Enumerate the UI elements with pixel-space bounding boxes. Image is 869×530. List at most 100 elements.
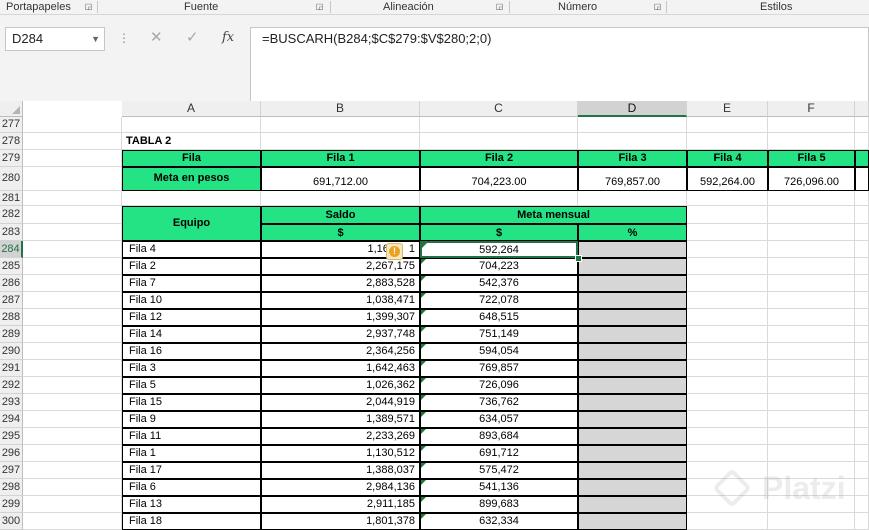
- table-row-equipo[interactable]: Fila 5: [122, 377, 261, 394]
- table-row-pct[interactable]: [578, 309, 687, 326]
- grid-cell[interactable]: [687, 241, 768, 258]
- table-row-pct[interactable]: [578, 292, 687, 309]
- formula-input[interactable]: =BUSCARH(B284;$C$279:$V$280;2;0): [250, 27, 869, 104]
- row-header-292[interactable]: 292: [0, 377, 23, 394]
- grid-cell[interactable]: [261, 117, 420, 133]
- grid-cell[interactable]: [855, 275, 869, 292]
- table-row-saldo[interactable]: 1,026,362: [261, 377, 420, 394]
- row-header-285[interactable]: 285: [0, 258, 23, 275]
- grid-cell[interactable]: [855, 292, 869, 309]
- grid-cell[interactable]: [768, 292, 855, 309]
- grid-cell[interactable]: [23, 479, 122, 496]
- table-row-meta[interactable]: 542,376: [420, 275, 578, 292]
- grid-cell[interactable]: [768, 206, 855, 224]
- grid-cell[interactable]: [768, 258, 855, 275]
- table-row-equipo[interactable]: Fila 15: [122, 394, 261, 411]
- row-header-282[interactable]: 282: [0, 206, 23, 224]
- table-row-pct[interactable]: [578, 326, 687, 343]
- grid-cell[interactable]: [420, 133, 578, 150]
- table-row-meta[interactable]: 704,223: [420, 258, 578, 275]
- table-row-saldo[interactable]: 2,883,528: [261, 275, 420, 292]
- grid-cell[interactable]: [23, 496, 122, 513]
- grid-cell[interactable]: [855, 191, 869, 206]
- table-row-pct[interactable]: [578, 360, 687, 377]
- table-row-pct[interactable]: [578, 275, 687, 292]
- grid-cell[interactable]: [23, 150, 122, 167]
- tabla2-meta-value[interactable]: 726,096.00: [768, 167, 855, 191]
- column-header-b[interactable]: B: [261, 101, 420, 117]
- cancel-icon[interactable]: ✕: [150, 29, 163, 47]
- grid-cell[interactable]: [23, 191, 122, 206]
- grid-cell[interactable]: [768, 326, 855, 343]
- grid-cell[interactable]: [855, 377, 869, 394]
- row-header-277[interactable]: 277: [0, 117, 23, 133]
- grid-cell[interactable]: [855, 117, 869, 133]
- grid-cell[interactable]: [420, 117, 578, 133]
- grid-cell[interactable]: [687, 275, 768, 292]
- table-row-pct[interactable]: [578, 428, 687, 445]
- grid-cell[interactable]: [687, 411, 768, 428]
- grid-cell[interactable]: [855, 258, 869, 275]
- tabla2-meta-value[interactable]: 592,264.00: [687, 167, 768, 191]
- grid-cell[interactable]: [687, 343, 768, 360]
- table-row-saldo[interactable]: 1,130,512: [261, 445, 420, 462]
- table-row-meta[interactable]: 736,762: [420, 394, 578, 411]
- grid-cell[interactable]: [261, 133, 420, 150]
- grid-cell[interactable]: [687, 117, 768, 133]
- row-header-294[interactable]: 294: [0, 411, 23, 428]
- column-header-next[interactable]: [855, 101, 869, 117]
- grid-cell[interactable]: [768, 191, 855, 206]
- name-box[interactable]: D284 ▼: [5, 27, 105, 51]
- grid-cell[interactable]: [23, 241, 122, 258]
- table-row-equipo[interactable]: Fila 1: [122, 445, 261, 462]
- table-row-meta[interactable]: 751,149: [420, 326, 578, 343]
- table-row-saldo[interactable]: 1,642,463: [261, 360, 420, 377]
- row-header-287[interactable]: 287: [0, 292, 23, 309]
- grid-cell[interactable]: [687, 133, 768, 150]
- table-row-meta[interactable]: 893,684: [420, 428, 578, 445]
- grid-cell[interactable]: [420, 191, 578, 206]
- row-header-280[interactable]: 280: [0, 167, 23, 191]
- grid-cell[interactable]: [768, 394, 855, 411]
- grid-cell[interactable]: [578, 133, 687, 150]
- table-row-equipo[interactable]: Fila 10: [122, 292, 261, 309]
- grid-cell[interactable]: [23, 117, 122, 133]
- row-header-291[interactable]: 291: [0, 360, 23, 377]
- table-row-meta[interactable]: 899,683: [420, 496, 578, 513]
- error-warning-button[interactable]: !: [386, 243, 403, 260]
- row-header-293[interactable]: 293: [0, 394, 23, 411]
- grid-cell[interactable]: [768, 309, 855, 326]
- grid-cell[interactable]: [23, 133, 122, 150]
- tabla2-meta-value[interactable]: 691,712.00: [261, 167, 420, 191]
- tabla2-meta-value[interactable]: 704,223.00: [420, 167, 578, 191]
- grid-cell[interactable]: [578, 191, 687, 206]
- table-row-pct[interactable]: [578, 462, 687, 479]
- table-row-saldo[interactable]: 2,911,185: [261, 496, 420, 513]
- grid-cell[interactable]: [855, 394, 869, 411]
- grid-cell[interactable]: [687, 292, 768, 309]
- table-row-saldo[interactable]: 2,233,269: [261, 428, 420, 445]
- table-row-meta[interactable]: 594,054: [420, 343, 578, 360]
- column-header-e[interactable]: E: [687, 101, 768, 117]
- select-all-corner[interactable]: [0, 101, 23, 117]
- numero-launcher-icon[interactable]: ◲: [653, 2, 662, 11]
- grid-cell[interactable]: [23, 428, 122, 445]
- row-header-278[interactable]: 278: [0, 133, 23, 150]
- grid-cell[interactable]: [23, 206, 122, 224]
- grid-cell[interactable]: [23, 513, 122, 530]
- row-header-284[interactable]: 284: [0, 241, 23, 258]
- table-row-equipo[interactable]: Fila 13: [122, 496, 261, 513]
- table-row-saldo[interactable]: 1,389,571: [261, 411, 420, 428]
- grid-cell[interactable]: [855, 133, 869, 150]
- table-row-meta[interactable]: 726,096: [420, 377, 578, 394]
- enter-icon[interactable]: ✓: [186, 29, 199, 47]
- table-row-equipo[interactable]: Fila 9: [122, 411, 261, 428]
- table-row-pct[interactable]: [578, 445, 687, 462]
- grid-cell[interactable]: [687, 309, 768, 326]
- grid-cell[interactable]: [23, 275, 122, 292]
- grid-cell[interactable]: [23, 258, 122, 275]
- table-row-meta[interactable]: 632,334: [420, 513, 578, 530]
- grid-cell[interactable]: [768, 241, 855, 258]
- table-row-equipo[interactable]: Fila 7: [122, 275, 261, 292]
- grid-cell[interactable]: [768, 428, 855, 445]
